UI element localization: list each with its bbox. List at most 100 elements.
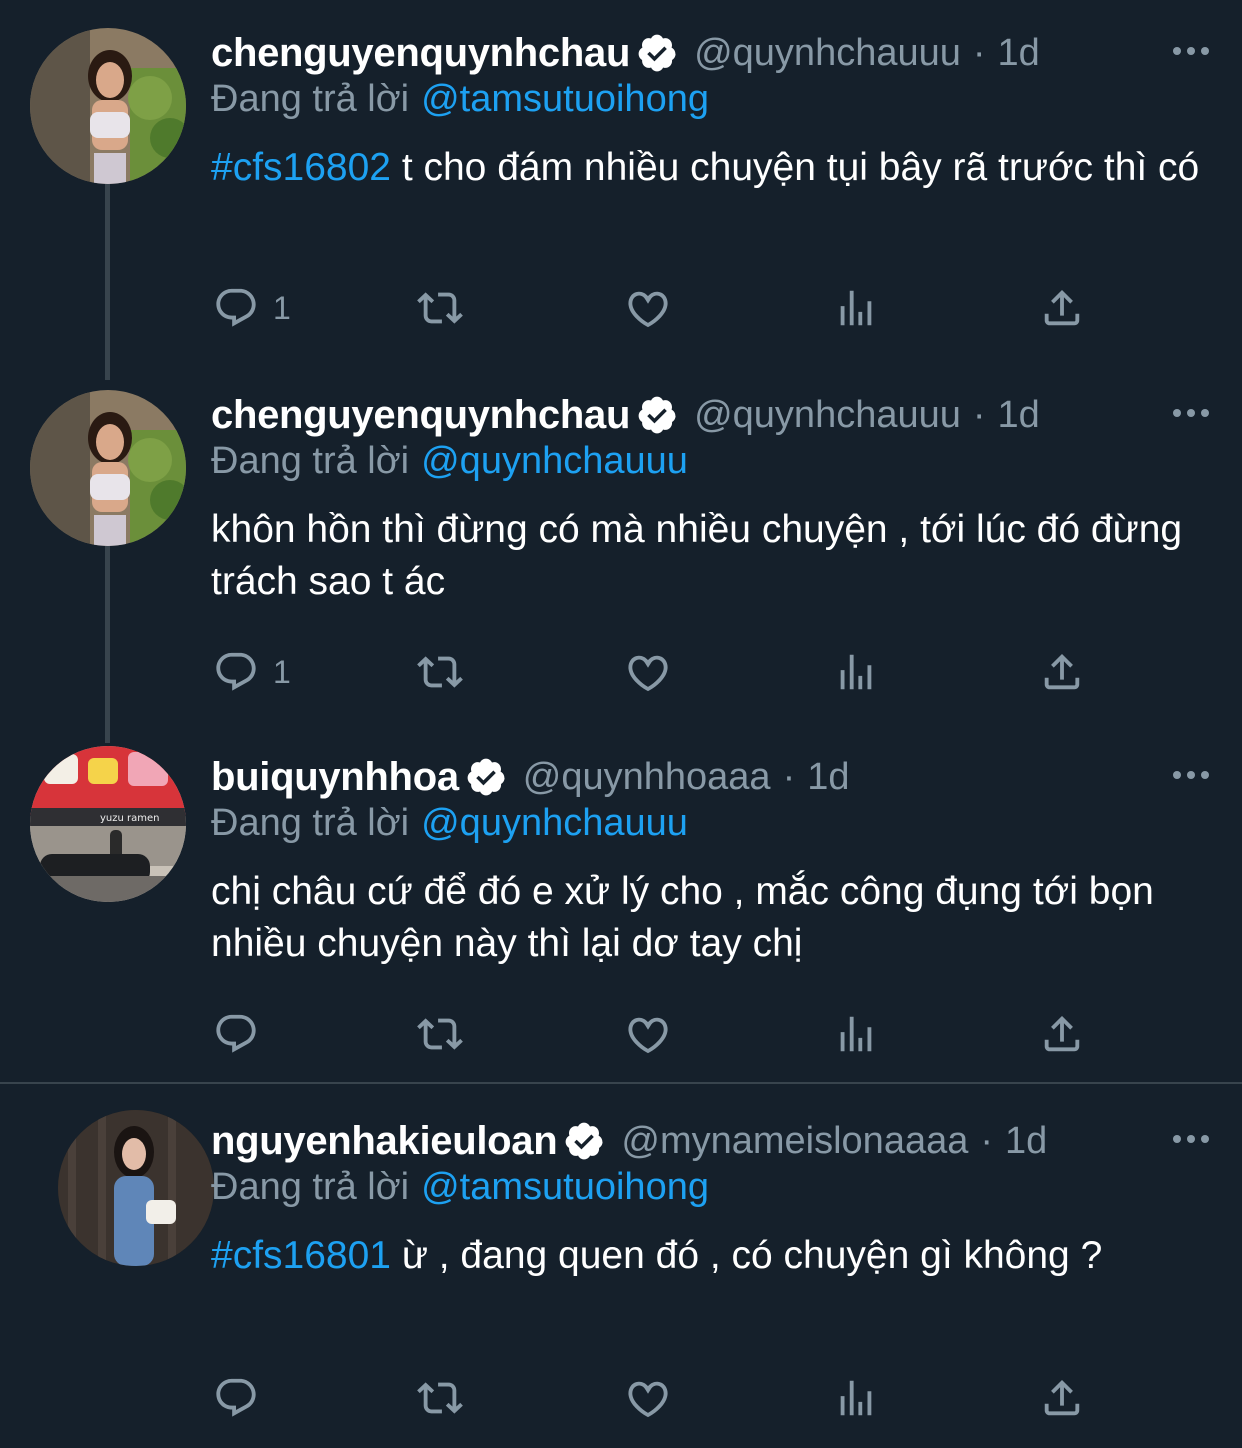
replying-to: Đang trả lời @tamsutuoihong	[211, 78, 709, 121]
tweet-text: #cfs16801 ừ , đang quen đó , có chuyện g…	[211, 1230, 1221, 1282]
retweet-button[interactable]	[417, 1374, 463, 1422]
storefront-sign: yuzu ramen	[100, 813, 160, 824]
verified-badge-icon	[638, 396, 676, 434]
tweet[interactable]: yuzu ramen buiquynhhoa @quynhhoaaa · 1d …	[0, 746, 1242, 1072]
tweet-text-content: khôn hồn thì đừng có mà nhiều chuyện , t…	[211, 508, 1183, 603]
retweet-icon	[417, 656, 463, 688]
verified-badge-icon	[467, 758, 505, 796]
share-button[interactable]	[1039, 284, 1085, 332]
replying-to-mention[interactable]: @quynhchauuu	[421, 802, 688, 844]
more-options-icon[interactable]	[1170, 398, 1212, 428]
separator-dot: ·	[972, 31, 986, 74]
replying-to-label: Đang trả lời	[211, 78, 410, 120]
replying-to-label: Đang trả lời	[211, 802, 410, 844]
more-options-icon[interactable]	[1170, 36, 1212, 66]
reply-button[interactable]: 1	[213, 284, 291, 332]
like-button[interactable]	[625, 1010, 671, 1058]
share-icon	[1044, 289, 1080, 326]
verified-badge-icon	[566, 1122, 603, 1160]
tweet-text: #cfs16802 t cho đám nhiều chuyện tụi bây…	[211, 142, 1221, 194]
tweet-text: chị châu cứ để đó e xử lý cho , mắc công…	[211, 866, 1221, 970]
tweet[interactable]: nguyenhakieuloan @mynameislonaaaa · 1d Đ…	[0, 1110, 1242, 1436]
heart-icon	[628, 655, 668, 692]
analytics-icon	[840, 1016, 872, 1052]
replying-to: Đang trả lời @quynhchauuu	[211, 440, 688, 483]
heart-icon	[628, 1381, 668, 1418]
tweet[interactable]: chenguyenquynhchau @quynhchauuu · 1d Đan…	[0, 28, 1242, 348]
replying-to-mention[interactable]: @quynhchauuu	[421, 440, 688, 482]
timestamp[interactable]: 1d	[998, 394, 1040, 437]
reply-icon	[216, 288, 256, 327]
tweet-text: khôn hồn thì đừng có mà nhiều chuyện , t…	[211, 504, 1221, 608]
retweet-icon	[417, 1382, 463, 1414]
verified-badge-icon	[638, 34, 676, 72]
avatar[interactable]	[58, 1110, 214, 1266]
display-name[interactable]: buiquynhhoa	[211, 755, 459, 800]
action-bar: 1	[211, 648, 1101, 696]
hashtag-link[interactable]: #cfs16802	[211, 146, 391, 189]
share-button[interactable]	[1039, 1374, 1085, 1422]
replying-to-mention[interactable]: @tamsutuoihong	[421, 78, 709, 120]
reply-button[interactable]: 1	[213, 648, 291, 696]
retweet-button[interactable]	[417, 648, 463, 696]
display-name[interactable]: chenguyenquynhchau	[211, 393, 630, 438]
analytics-button[interactable]	[833, 284, 879, 332]
replying-to: Đang trả lời @tamsutuoihong	[211, 1166, 709, 1209]
handle[interactable]: @mynameislonaaaa	[621, 1120, 968, 1163]
analytics-icon	[840, 290, 872, 326]
avatar[interactable]	[30, 390, 186, 546]
share-button[interactable]	[1039, 648, 1085, 696]
reply-button[interactable]	[213, 1374, 273, 1422]
replying-to-label: Đang trả lời	[211, 440, 410, 482]
heart-icon	[628, 291, 668, 328]
display-name[interactable]: chenguyenquynhchau	[211, 31, 630, 76]
timestamp[interactable]: 1d	[807, 756, 849, 799]
more-options-icon[interactable]	[1170, 1124, 1212, 1154]
retweet-button[interactable]	[417, 1010, 463, 1058]
like-button[interactable]	[625, 1374, 671, 1422]
tweet-text-content: chị châu cứ để đó e xử lý cho , mắc công…	[211, 870, 1154, 965]
retweet-icon	[417, 1018, 463, 1050]
action-bar	[211, 1374, 1101, 1422]
analytics-button[interactable]	[833, 1010, 879, 1058]
tweet-text-content: ừ , đang quen đó , có chuyện gì không ?	[390, 1234, 1103, 1277]
like-button[interactable]	[625, 284, 671, 332]
reply-count: 1	[273, 289, 291, 326]
replying-to: Đang trả lời @quynhchauuu	[211, 802, 688, 845]
like-button[interactable]	[625, 648, 671, 696]
analytics-button[interactable]	[833, 1374, 879, 1422]
separator-dot: ·	[980, 1119, 994, 1162]
share-icon	[1044, 1379, 1080, 1416]
more-options-icon[interactable]	[1170, 760, 1212, 790]
handle[interactable]: @quynhchauuu	[694, 32, 961, 75]
timestamp[interactable]: 1d	[998, 32, 1040, 75]
separator-dot: ·	[782, 755, 796, 798]
display-name[interactable]: nguyenhakieuloan	[211, 1119, 558, 1164]
analytics-icon	[840, 654, 872, 690]
handle[interactable]: @quynhhoaaa	[523, 756, 771, 799]
retweet-button[interactable]	[417, 284, 463, 332]
share-icon	[1044, 1015, 1080, 1052]
share-icon	[1044, 653, 1080, 690]
hashtag-link[interactable]: #cfs16801	[211, 1234, 391, 1277]
reply-icon	[216, 1378, 256, 1417]
timestamp[interactable]: 1d	[1005, 1120, 1047, 1163]
action-bar: 1	[211, 284, 1101, 332]
heart-icon	[628, 1017, 668, 1054]
reply-count: 1	[273, 653, 291, 690]
action-bar	[211, 1010, 1101, 1058]
retweet-icon	[417, 292, 463, 324]
analytics-icon	[840, 1380, 872, 1416]
handle[interactable]: @quynhchauuu	[694, 394, 961, 437]
replying-to-mention[interactable]: @tamsutuoihong	[421, 1166, 709, 1208]
avatar[interactable]	[30, 28, 186, 184]
share-button[interactable]	[1039, 1010, 1085, 1058]
analytics-button[interactable]	[833, 648, 879, 696]
separator-dot: ·	[972, 393, 986, 436]
replying-to-label: Đang trả lời	[211, 1166, 410, 1208]
reply-icon	[216, 652, 256, 691]
tweet[interactable]: chenguyenquynhchau @quynhchauuu · 1d Đan…	[0, 390, 1242, 710]
avatar[interactable]: yuzu ramen	[30, 746, 186, 902]
reply-button[interactable]	[213, 1010, 273, 1058]
tweet-text-content: t cho đám nhiều chuyện tụi bây rã trước …	[390, 146, 1200, 189]
